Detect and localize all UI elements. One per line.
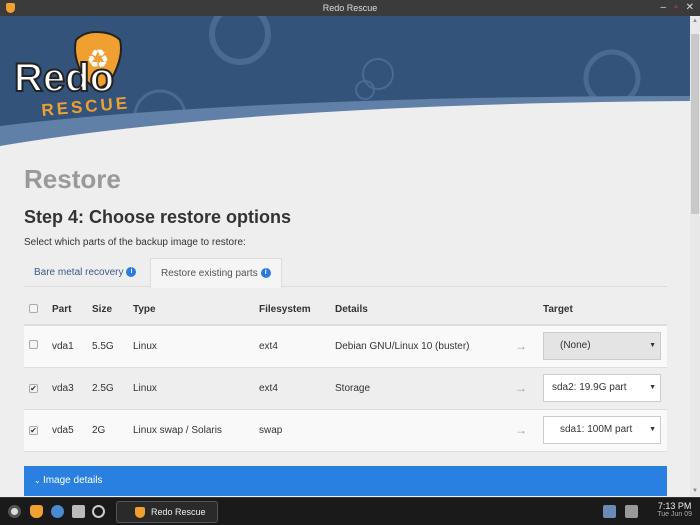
fs-cell: swap xyxy=(259,409,335,452)
type-cell: Linux xyxy=(133,367,259,410)
table-row: ✔ vda5 2G Linux swap / Solaris swap → sd… xyxy=(24,409,667,452)
clock-date: Tue Jun 09 xyxy=(657,511,692,518)
tab-label: Restore existing parts xyxy=(161,268,258,279)
part-cell: vda1 xyxy=(52,325,92,368)
logo-word: Redo xyxy=(14,56,114,100)
window-title: Redo Rescue xyxy=(322,3,378,13)
task-label: Redo Rescue xyxy=(151,507,206,517)
caret-down-icon: ▼ xyxy=(647,375,656,401)
clock[interactable]: 7:13 PM Tue Jun 09 xyxy=(657,501,692,518)
chevron-down-icon: ⌄ xyxy=(34,476,43,485)
col-size: Size xyxy=(92,295,133,326)
taskbar-task-redo-rescue[interactable]: Redo Rescue xyxy=(116,501,218,523)
table-row: vda1 5.5G Linux ext4 Debian GNU/Linux 10… xyxy=(24,325,667,368)
restore-tabs: Bare metal recovery i Restore existing pa… xyxy=(24,258,667,288)
arrow-right-icon: → xyxy=(515,423,527,437)
fs-cell: ext4 xyxy=(259,367,335,410)
part-cell: vda3 xyxy=(52,367,92,410)
target-select[interactable]: sda1: 100M part ▼ xyxy=(543,416,661,444)
scrollbar[interactable]: ▲ ▼ xyxy=(690,16,700,496)
col-part: Part xyxy=(52,295,92,326)
size-cell: 5.5G xyxy=(92,325,133,368)
details-cell xyxy=(335,409,515,452)
app-icon xyxy=(6,3,15,13)
target-select[interactable]: sda2: 19.9G part ▼ xyxy=(543,374,661,402)
step-heading: Step 4: Choose restore options xyxy=(24,207,292,227)
target-select[interactable]: (None) ▼ xyxy=(543,332,661,361)
row-checkbox[interactable]: ✔ xyxy=(29,383,38,393)
fs-cell: ext4 xyxy=(259,325,335,368)
target-value: (None) xyxy=(560,340,591,352)
tab-label: Bare metal recovery xyxy=(34,267,124,278)
target-value: sda1: 100M part xyxy=(560,424,633,435)
col-filesystem: Filesystem xyxy=(259,295,335,326)
header-banner: ♻ Redo RESCUE xyxy=(0,16,690,156)
tab-bare-metal-recovery[interactable]: Bare metal recovery i xyxy=(24,258,146,287)
clock-time: 7:13 PM xyxy=(657,501,692,511)
image-details-label: Image details xyxy=(42,475,103,486)
volume-icon[interactable] xyxy=(625,505,638,518)
step-subtitle: Select which parts of the backup image t… xyxy=(24,237,246,248)
taskbar: Redo Rescue 7:13 PM Tue Jun 09 xyxy=(0,497,700,525)
row-checkbox[interactable]: ✔ xyxy=(29,425,38,435)
size-cell: 2.5G xyxy=(92,367,133,410)
col-target: Target xyxy=(543,295,667,326)
arrow-right-icon: → xyxy=(515,381,527,395)
network-icon[interactable] xyxy=(603,505,616,518)
caret-down-icon: ▼ xyxy=(647,417,656,443)
page-title: Restore xyxy=(24,164,121,194)
table-row: ✔ vda3 2.5G Linux ext4 Storage → sda2: 1… xyxy=(24,367,667,410)
globe-icon[interactable] xyxy=(51,505,64,518)
close-button[interactable]: ✕ xyxy=(686,0,694,16)
part-cell: vda5 xyxy=(52,409,92,452)
app-icon xyxy=(135,507,145,518)
maximize-button[interactable]: ▫ xyxy=(674,0,678,16)
col-type: Type xyxy=(133,295,259,326)
redo-rescue-launcher-icon[interactable] xyxy=(30,505,43,518)
power-icon[interactable] xyxy=(92,505,105,518)
table-header: Part Size Type Filesystem Details Target xyxy=(24,295,667,326)
info-icon[interactable]: i xyxy=(260,268,271,279)
type-cell: Linux swap / Solaris xyxy=(133,409,259,452)
size-cell: 2G xyxy=(92,409,133,452)
image-details-toggle[interactable]: ⌄ Image details xyxy=(24,466,667,496)
drive-icon[interactable] xyxy=(72,505,85,518)
minimize-button[interactable]: – xyxy=(661,0,667,16)
tab-restore-existing-parts[interactable]: Restore existing parts i xyxy=(150,258,282,288)
select-all-checkbox[interactable] xyxy=(29,303,38,313)
col-details: Details xyxy=(335,295,515,326)
row-checkbox[interactable] xyxy=(29,340,38,350)
arrow-right-icon: → xyxy=(515,339,527,354)
details-cell: Storage xyxy=(335,367,515,410)
title-bar: Redo Rescue – ▫ ✕ xyxy=(0,0,700,16)
info-icon[interactable]: i xyxy=(126,267,137,278)
details-cell: Debian GNU/Linux 10 (buster) xyxy=(335,325,515,368)
caret-down-icon: ▼ xyxy=(647,333,656,360)
partition-table: Part Size Type Filesystem Details Target… xyxy=(24,295,667,452)
type-cell: Linux xyxy=(133,325,259,368)
settings-gear-icon[interactable] xyxy=(8,505,21,518)
target-value: sda2: 19.9G part xyxy=(552,382,627,393)
